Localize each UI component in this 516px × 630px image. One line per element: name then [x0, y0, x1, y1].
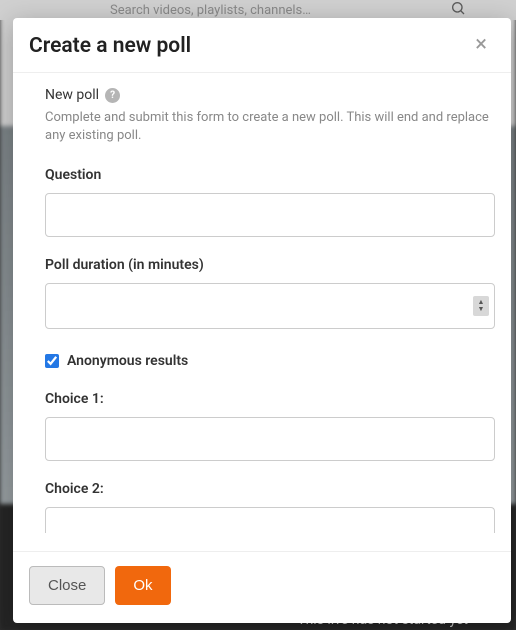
number-stepper-icon[interactable]: ▲▼ — [473, 296, 489, 316]
help-text: Complete and submit this form to create … — [45, 109, 495, 145]
duration-input[interactable] — [45, 283, 495, 329]
close-icon[interactable]: × — [471, 34, 491, 56]
section-label-row: New poll ? — [45, 87, 495, 103]
duration-field-wrap: ▲▼ — [45, 283, 495, 329]
section-label: New poll — [45, 87, 99, 103]
anonymous-row[interactable]: Anonymous results — [45, 353, 495, 369]
question-input[interactable] — [45, 193, 495, 237]
modal-title: Create a new poll — [29, 34, 191, 58]
create-poll-modal: Create a new poll × New poll ? Complete … — [13, 18, 511, 623]
help-icon[interactable]: ? — [105, 88, 120, 103]
choice-1-input[interactable] — [45, 417, 495, 461]
modal-footer: Close Ok — [13, 552, 511, 623]
anonymous-label: Anonymous results — [67, 353, 188, 369]
choice-2-input[interactable] — [45, 507, 495, 533]
anonymous-checkbox[interactable] — [45, 354, 59, 368]
choice-2-label: Choice 2: — [45, 481, 495, 497]
modal-header: Create a new poll × — [13, 18, 511, 72]
duration-label: Poll duration (in minutes) — [45, 257, 495, 273]
question-label: Question — [45, 167, 495, 183]
ok-button[interactable]: Ok — [115, 566, 170, 605]
modal-body: New poll ? Complete and submit this form… — [13, 73, 511, 551]
close-button[interactable]: Close — [29, 566, 105, 605]
choice-1-label: Choice 1: — [45, 391, 495, 407]
